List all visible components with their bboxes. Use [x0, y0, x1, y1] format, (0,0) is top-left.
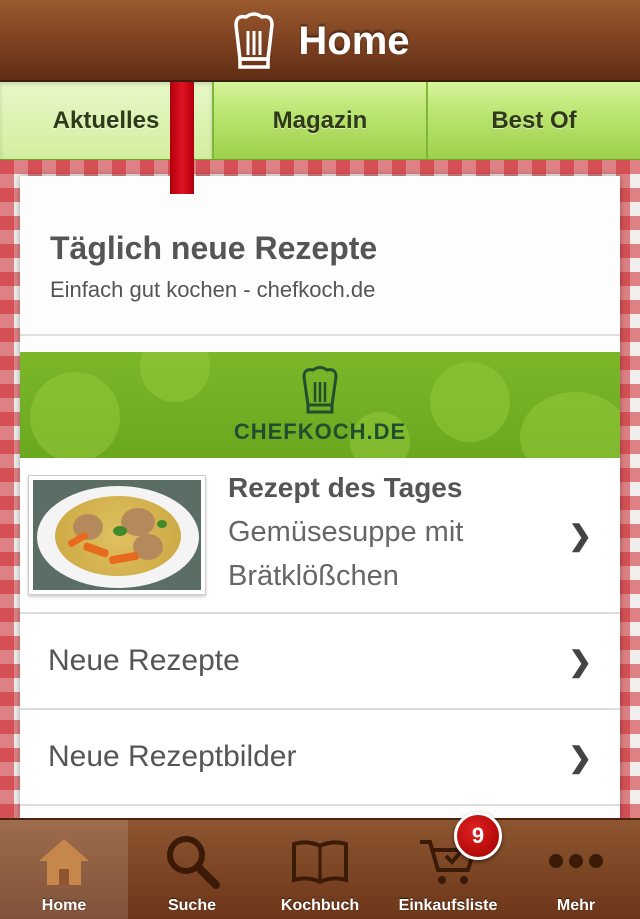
home-icon: [34, 831, 94, 891]
recipe-name-line-1: Gemüsesuppe mit: [228, 516, 464, 548]
list-item-neue-rezepte[interactable]: Neue Rezepte ❯: [20, 614, 620, 710]
tabbar-item-suche[interactable]: Suche: [128, 820, 256, 919]
segment-tabs: Aktuelles Magazin Best Of: [0, 82, 640, 160]
tabbar-item-einkaufsliste[interactable]: Einkaufsliste 9: [384, 812, 512, 919]
intro-title: Täglich neue Rezepte: [50, 230, 378, 266]
intro-subtitle: Einfach gut kochen - chefkoch.de: [50, 277, 376, 302]
list-item-label: Neue Rezeptbilder: [48, 740, 297, 773]
recipe-list: Rezept des Tages Gemüsesuppe mit Brätklö…: [20, 458, 620, 806]
tabbar-item-kochbuch[interactable]: Kochbuch: [256, 820, 384, 919]
tabbar-label: Mehr: [556, 897, 596, 914]
tabbar-label: Suche: [167, 897, 216, 914]
tabbar-item-home[interactable]: Home: [0, 820, 128, 919]
list-item-label: Neue Rezepte: [48, 644, 240, 677]
cart-count-badge: 9: [454, 812, 502, 860]
tabbar-label: Einkaufsliste: [398, 897, 498, 914]
chef-hat-icon: [234, 12, 275, 69]
recipe-thumbnail: [28, 475, 206, 595]
bookmark-ribbon: [170, 82, 194, 194]
chefkoch-banner[interactable]: CHEFKOCH.DE: [20, 352, 620, 458]
chevron-right-icon: ❯: [568, 645, 592, 677]
recipe-name-line-2: Brätklößchen: [228, 560, 399, 592]
intro-section: Täglich neue Rezepte Einfach gut kochen …: [20, 176, 620, 336]
list-item-neue-rezeptbilder[interactable]: Neue Rezeptbilder ❯: [20, 710, 620, 806]
page-title: Home: [298, 18, 410, 63]
book-icon: [290, 831, 350, 891]
search-icon: [162, 831, 222, 891]
chef-hat-logo-icon: [302, 366, 338, 414]
recipe-of-the-day-row[interactable]: Rezept des Tages Gemüsesuppe mit Brätklö…: [20, 458, 620, 614]
recipe-of-the-day-text: Rezept des Tages Gemüsesuppe mit Brätklö…: [228, 472, 463, 598]
more-icon: [546, 831, 606, 891]
chevron-right-icon: ❯: [568, 741, 592, 773]
app-header: Home: [0, 0, 640, 82]
bottom-tab-bar: Home Suche Kochbuch Einkaufsliste 9 Mehr: [0, 812, 640, 919]
tabbar-label: Home: [41, 897, 87, 914]
banner-logo-text: CHEFKOCH.DE: [233, 419, 407, 444]
tab-magazin[interactable]: Magazin: [214, 82, 428, 159]
recipe-of-the-day-title: Rezept des Tages: [228, 472, 463, 503]
content-card: Täglich neue Rezepte Einfach gut kochen …: [20, 176, 620, 818]
chevron-right-icon: ❯: [568, 519, 592, 551]
tabbar-item-mehr[interactable]: Mehr: [512, 820, 640, 919]
tab-best-of[interactable]: Best Of: [428, 82, 640, 159]
tabbar-label: Kochbuch: [280, 897, 360, 914]
